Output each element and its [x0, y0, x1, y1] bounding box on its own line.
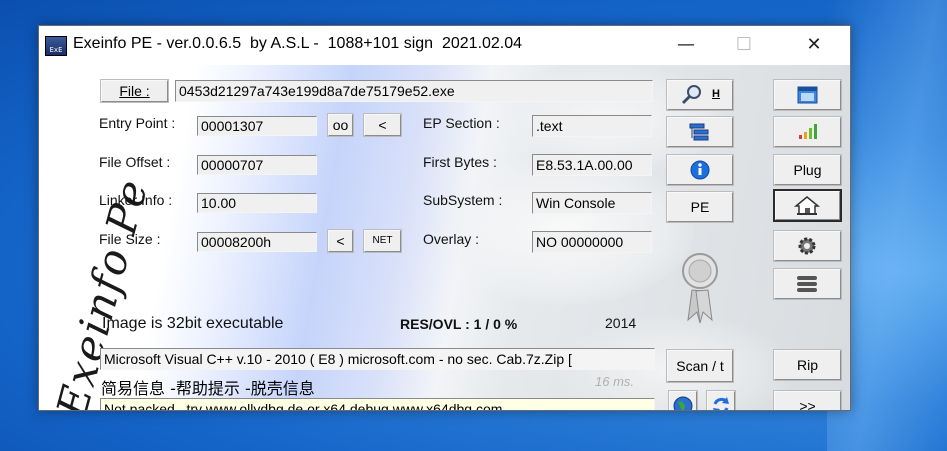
main-panel: Exeinfo Pe File : 0453d21297a743e199d8a7…	[39, 65, 850, 410]
home-button[interactable]	[773, 189, 842, 222]
plug-button[interactable]: Plug	[773, 154, 842, 186]
entry-point-label: Entry Point :	[99, 115, 176, 131]
file-name-field[interactable]: 0453d21297a743e199d8a7de75179e52.exe	[175, 80, 653, 102]
app-icon: ExE	[45, 36, 67, 56]
magnifier-icon	[681, 85, 701, 105]
help-links-text[interactable]: 简易信息 -帮助提示 -脱壳信息	[101, 375, 315, 399]
file-size-label: File Size :	[99, 231, 161, 247]
search-hotkey-label: H	[712, 88, 720, 100]
maximize-button[interactable]: ☐	[721, 26, 767, 65]
settings-button[interactable]	[773, 230, 842, 262]
scan-time-text: 16 ms.	[595, 374, 635, 389]
pe-button[interactable]: PE	[666, 191, 734, 223]
gear-icon	[798, 237, 816, 255]
folder-window-icon	[797, 86, 818, 104]
refresh-icon	[713, 397, 729, 410]
section-tree-icon	[689, 123, 709, 141]
stack-menu-icon	[797, 276, 817, 292]
entry-point-field[interactable]: 00001307	[197, 116, 317, 136]
sections-button[interactable]	[666, 116, 734, 148]
close-button[interactable]: ✕	[791, 26, 837, 65]
next-button[interactable]: >>	[773, 390, 842, 410]
file-offset-field[interactable]: 00000707	[197, 155, 317, 175]
ep-section-label: EP Section :	[423, 115, 500, 131]
info-button[interactable]	[666, 154, 734, 186]
award-seal-icon	[682, 253, 718, 324]
statistics-button[interactable]	[773, 116, 842, 148]
image-type-text: Image is 32bit executable	[102, 315, 284, 332]
info-icon	[690, 160, 710, 180]
entry-point-back-button[interactable]: <	[363, 113, 402, 137]
file-size-field[interactable]: 00008200h	[197, 232, 317, 252]
title-bar[interactable]: ExE Exeinfo PE - ver.0.0.6.5 by A.S.L - …	[39, 26, 850, 65]
next-button-label: >>	[799, 398, 816, 410]
web-button[interactable]	[668, 390, 698, 410]
file-open-button[interactable]: File :	[100, 79, 169, 103]
scan-button[interactable]: Scan / t	[666, 349, 734, 383]
background-texture	[434, 155, 694, 305]
year-text: 2014	[605, 315, 637, 331]
net-button[interactable]: NET	[363, 229, 402, 253]
minimize-button[interactable]: —	[663, 26, 709, 65]
oo-button[interactable]: oo	[327, 113, 354, 137]
refresh-button[interactable]	[706, 390, 736, 410]
ep-section-field[interactable]: .text	[532, 115, 652, 137]
hint-field[interactable]: Not packed , try www.ollydbg.de or x64 d…	[100, 398, 655, 410]
overlay-label: Overlay :	[423, 231, 480, 247]
first-bytes-field[interactable]: E8.53.1A.00.00	[532, 154, 652, 176]
file-offset-label: File Offset :	[99, 154, 171, 170]
res-ovl-text: RES/OVL : 1 / 0 %	[400, 316, 518, 332]
first-bytes-label: First Bytes :	[423, 154, 497, 170]
detection-result-field[interactable]: Microsoft Visual C++ v.10 - 2010 ( E8 ) …	[100, 348, 655, 370]
search-button[interactable]: H	[666, 79, 734, 111]
exeinfo-window: ExE Exeinfo PE - ver.0.0.6.5 by A.S.L - …	[38, 25, 851, 411]
globe-icon	[673, 396, 693, 410]
home-icon	[793, 196, 821, 215]
linker-info-field[interactable]: 10.00	[197, 193, 317, 213]
menu-button[interactable]	[773, 268, 842, 300]
file-button-label: File :	[119, 83, 150, 99]
overlay-field[interactable]: NO 00000000	[532, 231, 652, 253]
subsystem-label: SubSystem :	[423, 192, 503, 208]
open-folder-button[interactable]	[773, 79, 842, 111]
subsystem-field[interactable]: Win Console	[532, 192, 652, 214]
rip-button[interactable]: Rip	[773, 349, 842, 381]
window-title: Exeinfo PE - ver.0.0.6.5 by A.S.L - 1088…	[73, 35, 523, 52]
file-size-back-button[interactable]: <	[327, 229, 354, 253]
linker-info-label: Linker Info :	[99, 192, 173, 208]
signal-bars-icon	[799, 124, 817, 139]
